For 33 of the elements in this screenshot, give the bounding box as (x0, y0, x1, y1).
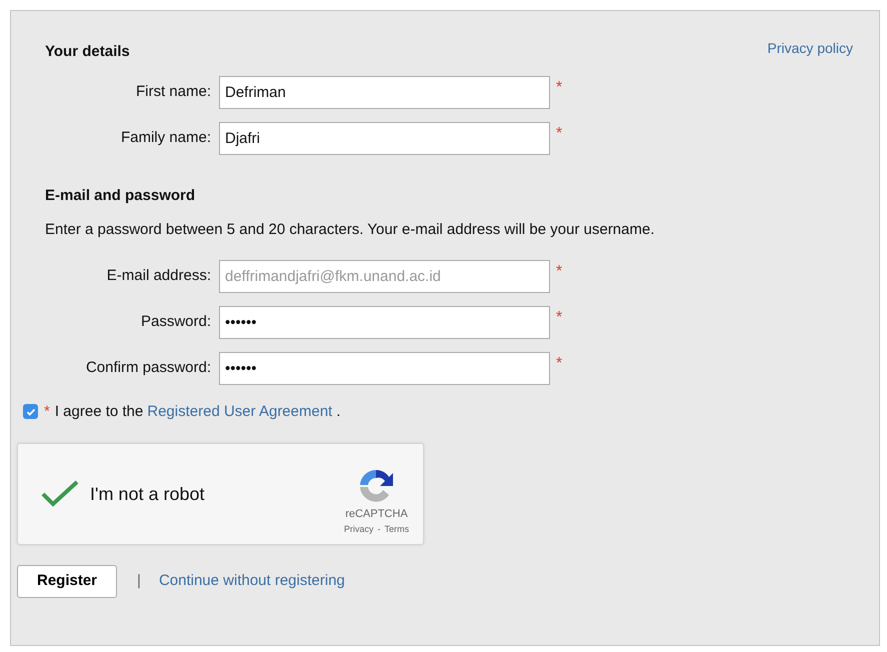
required-mark: * (556, 78, 562, 98)
agree-checkbox[interactable] (23, 404, 38, 420)
captcha-terms-link[interactable]: Terms (384, 522, 409, 536)
register-button[interactable]: Register (17, 565, 118, 598)
recaptcha-brand: reCAPTCHA (345, 507, 408, 522)
section-heading: Your details (45, 42, 130, 62)
checkmark-icon (26, 406, 36, 417)
required-mark: * (556, 262, 562, 282)
required-mark: * (556, 308, 562, 328)
agreement-period: . (336, 402, 341, 422)
agreement-text: I agree to the (54, 402, 144, 422)
field-label: Family name: (120, 128, 212, 148)
field-label: E-mail address: (106, 266, 212, 286)
link-separator: | (137, 571, 141, 591)
section-heading: E-mail and password (45, 186, 196, 206)
link-separator: - (378, 522, 380, 536)
continue-link[interactable]: Continue without registering (158, 570, 345, 592)
privacy-policy-link[interactable]: Privacy policy (767, 38, 853, 59)
field-label: First name: (134, 82, 212, 102)
input-field[interactable]: Defriman (219, 76, 550, 108)
captcha-label: I'm not a robot (90, 482, 206, 506)
agreement-link[interactable]: Registered User Agreement (147, 400, 332, 423)
check-icon[interactable] (40, 479, 80, 509)
field-label: Confirm password: (84, 358, 212, 378)
input-field[interactable]: Djafri (219, 122, 550, 154)
captcha-privacy-link[interactable]: Privacy (344, 522, 374, 536)
instruction-text: Enter a password between 5 and 20 characters. Your e-mail address will be your username. (45, 220, 656, 240)
field-label: Password: (140, 312, 212, 332)
required-mark: * (556, 354, 562, 374)
input-field[interactable]: •••••• (219, 306, 550, 338)
required-mark: * (44, 402, 50, 422)
required-mark: * (556, 124, 562, 144)
input-field[interactable]: •••••• (219, 352, 550, 384)
